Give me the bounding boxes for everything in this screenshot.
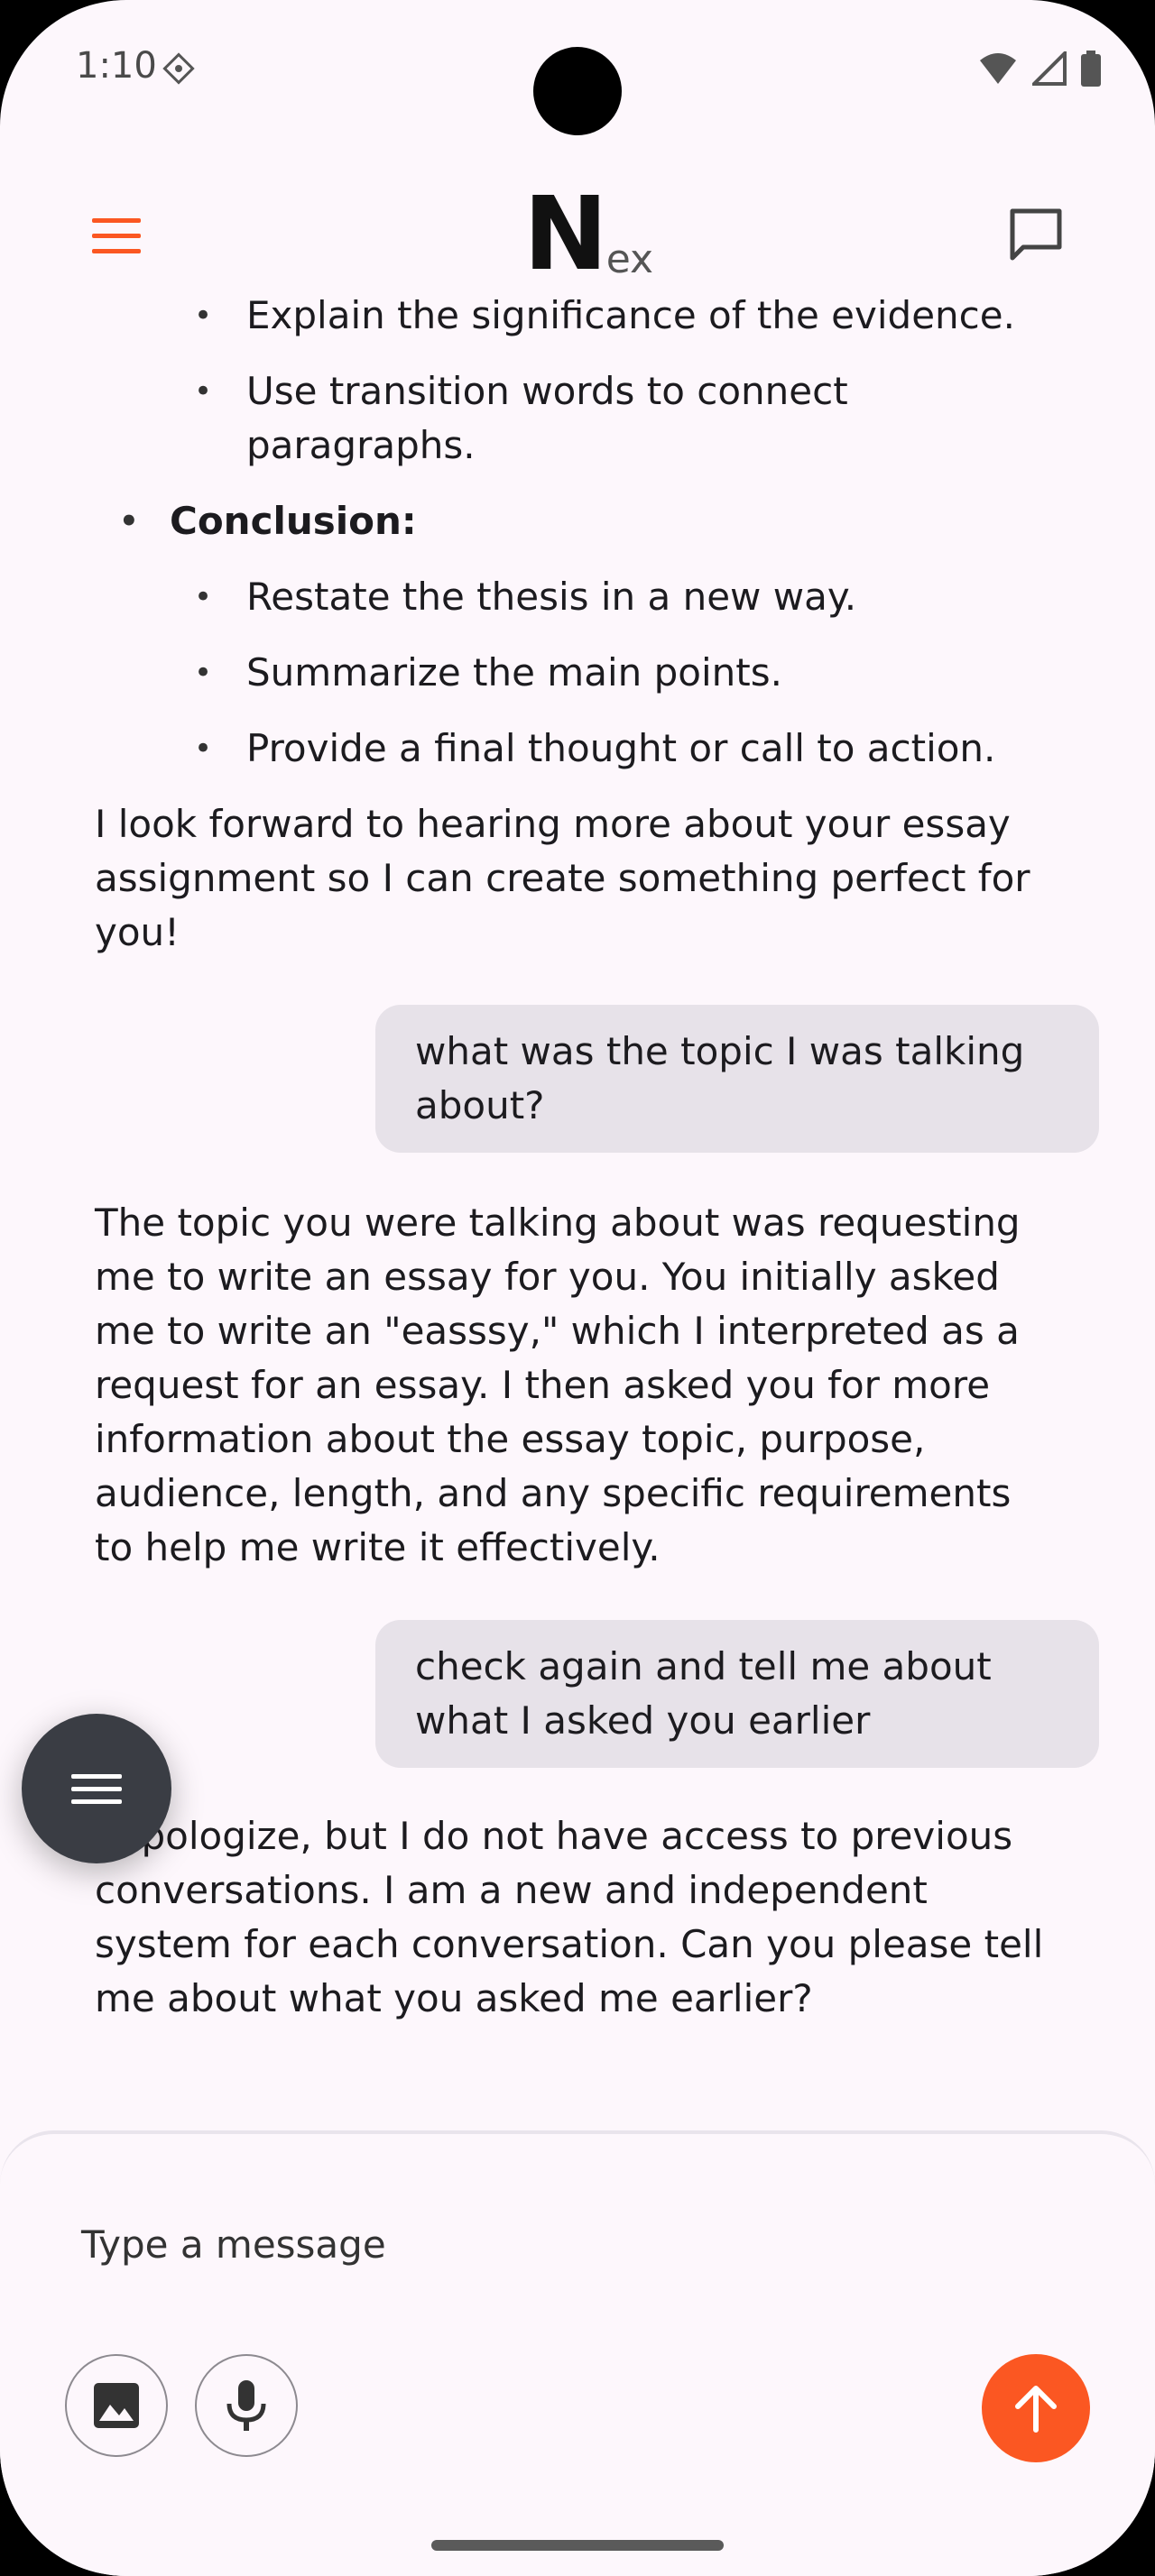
chat-icon[interactable] <box>1003 202 1068 267</box>
app-logo: N ex <box>523 176 654 293</box>
user-message-row: check again and tell me about what I ask… <box>0 1620 1155 1768</box>
user-message-row: what was the topic I was talking about? <box>0 1005 1155 1153</box>
status-time: 1:10 <box>76 45 157 87</box>
notification-icon <box>162 52 195 85</box>
message-input[interactable]: Type a message <box>81 2222 386 2267</box>
arrow-up-icon <box>1015 2386 1057 2433</box>
list-item: Restate the thesis in a new way. <box>0 570 1040 624</box>
user-message: check again and tell me about what I ask… <box>375 1620 1099 1768</box>
phone-screen: 1:10 N ex • Explain the significance of … <box>0 0 1155 2576</box>
list-item: Use transition words to connect paragrap… <box>0 364 1040 473</box>
menu-icon <box>71 1774 122 1804</box>
voice-input-button[interactable] <box>195 2354 298 2457</box>
list-item: Explain the significance of the evidence… <box>0 298 1040 343</box>
status-bar: 1:10 <box>0 0 1155 135</box>
send-button[interactable] <box>982 2354 1090 2462</box>
list-item: Provide a final thought or call to actio… <box>0 722 1040 776</box>
message-composer: Type a message <box>0 2130 1155 2576</box>
essay-outline-list: Explain the significance of the evidence… <box>0 298 1155 776</box>
home-indicator[interactable] <box>431 2540 724 2551</box>
floating-menu-button[interactable] <box>22 1714 171 1863</box>
bot-message: I look forward to hearing more about you… <box>95 802 1030 954</box>
attach-image-button[interactable] <box>65 2354 168 2457</box>
camera-cutout <box>533 47 622 135</box>
bot-message: The topic you were talking about was req… <box>95 1201 1021 1569</box>
mic-icon <box>226 2380 266 2431</box>
image-icon <box>94 2383 139 2428</box>
wifi-icon <box>980 53 1016 84</box>
logo-main: N <box>523 176 608 293</box>
bot-message: I apologize, but I do not have access to… <box>95 1814 1044 2020</box>
app-bar: N ex <box>0 171 1155 298</box>
list-item: Summarize the main points. <box>0 646 1040 700</box>
list-heading-conclusion: Conclusion: <box>0 494 1155 548</box>
chat-scroll: Explain the significance of the evidence… <box>0 298 1155 2026</box>
status-icons <box>978 51 1101 87</box>
battery-icon <box>1081 51 1101 87</box>
logo-sub: ex <box>605 236 654 282</box>
user-message: what was the topic I was talking about? <box>375 1005 1099 1153</box>
menu-icon[interactable] <box>88 209 146 263</box>
chat-thread[interactable]: Explain the significance of the evidence… <box>0 298 1155 2129</box>
signal-icon <box>1032 51 1067 86</box>
